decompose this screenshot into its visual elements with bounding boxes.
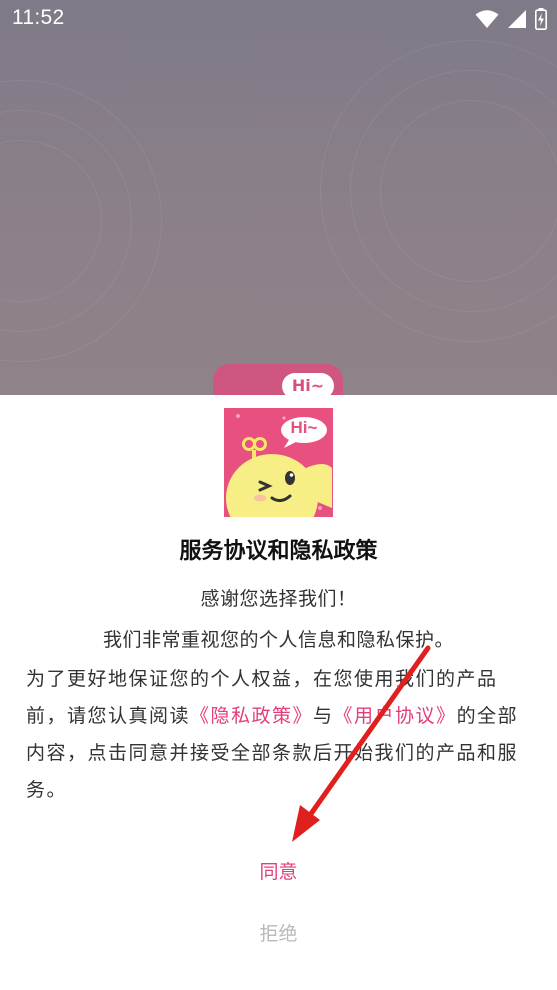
- wifi-icon: [475, 9, 499, 33]
- body-text-part2: 与: [313, 705, 334, 727]
- background-logo-text: Hi~: [282, 373, 334, 395]
- privacy-policy-link[interactable]: 《隐私政策》: [190, 705, 313, 727]
- cellular-signal-icon: [507, 9, 527, 33]
- status-time: 11:52: [12, 6, 65, 29]
- privacy-importance-text: 我们非常重视您的个人信息和隐私保护。: [102, 629, 454, 651]
- agree-button[interactable]: 同意: [0, 857, 557, 884]
- thanks-text: 感谢您选择我们！: [200, 588, 357, 610]
- dialog-title: 服务协议和隐私政策: [179, 539, 378, 564]
- battery-charging-icon: [535, 8, 547, 34]
- status-bar: 11:52: [0, 0, 557, 38]
- logo-bubble-text: Hi~: [290, 418, 318, 437]
- privacy-dialog: Hi~ 服务协议和隐私政策 感谢您选择我们！ 我们非常重视您的个人信息和隐私保护…: [0, 395, 557, 990]
- status-icons: [475, 8, 547, 34]
- reject-button[interactable]: 拒绝: [0, 919, 557, 946]
- app-background: Hi~: [0, 0, 557, 395]
- app-logo: Hi~: [224, 408, 333, 517]
- agreement-body: 为了更好地保证您的个人权益，在您使用我们的产品前，请您认真阅读《隐私政策》与《用…: [26, 661, 531, 809]
- user-agreement-link[interactable]: 《用户协议》: [334, 705, 457, 727]
